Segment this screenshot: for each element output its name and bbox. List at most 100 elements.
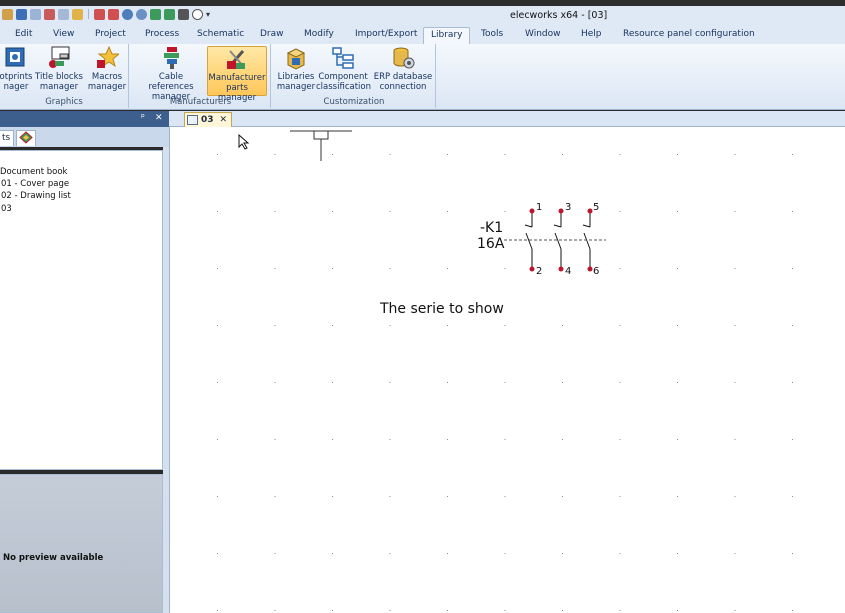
grid-dot (447, 610, 448, 611)
qat-dropdown-icon[interactable]: ▾ (206, 10, 210, 19)
tab-draw[interactable]: Draw (258, 27, 286, 44)
grid-dot (217, 268, 218, 269)
window-title: elecworks x64 - [03] (510, 10, 608, 21)
component-classification-button[interactable]: Component classification (316, 46, 371, 96)
grid-dot (619, 325, 621, 326)
clock-icon[interactable] (192, 8, 203, 20)
tab-import-export[interactable]: Import/Export (353, 27, 419, 44)
parts-label-1: Manufacturer (208, 73, 266, 83)
group-manufacturers: Cable references manager Manufacturer pa… (131, 44, 271, 108)
libraries-label-2: manager (276, 82, 316, 92)
zoom-icon[interactable] (136, 8, 147, 20)
export-icon[interactable] (108, 8, 119, 20)
tab-library[interactable]: Library (423, 27, 471, 44)
title-blocks-label-2: manager (39, 82, 79, 92)
zoom-window-icon[interactable] (122, 8, 133, 20)
tab-documents[interactable]: ts (0, 130, 15, 146)
erp-database-connection-button[interactable]: ERP database connection (372, 46, 434, 96)
grid-dot (792, 496, 793, 497)
grid-dot (619, 211, 621, 212)
document-tree: Document book 01 - Cover page 02 - Drawi… (0, 150, 163, 470)
grid-dot (332, 268, 333, 269)
erp-label-1: ERP database (373, 72, 433, 82)
tree-item-drawing-list[interactable]: 02 - Drawing list (1, 191, 71, 201)
navigate-icon[interactable] (164, 8, 175, 20)
drawing-caption[interactable]: The serie to show (380, 301, 504, 317)
pin-label-4: 4 (565, 266, 572, 277)
app-icon[interactable] (2, 8, 13, 20)
macros-manager-button[interactable]: Macros manager (87, 45, 127, 96)
grid-dot (332, 382, 333, 383)
documents-panel-header: ᵖ ✕ (0, 111, 169, 127)
tab-resource-panel-configuration[interactable]: Resource panel configuration (621, 27, 757, 44)
tab-modify[interactable]: Modify (302, 27, 336, 44)
tab-components[interactable] (16, 130, 36, 146)
component-rating[interactable]: 16A (477, 236, 504, 252)
cable-references-manager-button[interactable]: Cable references manager (136, 46, 206, 102)
grid-dot (447, 154, 448, 155)
copy-icon[interactable] (58, 8, 69, 20)
component-tag[interactable]: -K1 (480, 220, 503, 236)
manufacturer-parts-manager-button[interactable]: Manufacturer parts manager (207, 46, 267, 103)
users-icon[interactable] (178, 8, 189, 20)
documents-panel-tabs: ts (0, 127, 169, 147)
grid-dot (619, 553, 621, 554)
grid-dot (677, 439, 678, 440)
tab-schematic[interactable]: Schematic (195, 27, 246, 44)
tab-view[interactable]: View (51, 27, 76, 44)
tab-help[interactable]: Help (579, 27, 604, 44)
grid-dot (217, 211, 218, 212)
title-blocks-label-1: Title blocks (35, 72, 83, 82)
paste-icon[interactable] (72, 8, 83, 20)
panel-pin-icon[interactable]: ᵖ (141, 113, 145, 123)
document-tab-03[interactable]: 03 ✕ (184, 112, 233, 127)
undo-icon[interactable] (16, 8, 27, 20)
grid-dot (677, 268, 678, 269)
grid-dot (562, 610, 563, 611)
grid-dot (332, 439, 333, 440)
grid-dot (504, 211, 506, 212)
crosshair-marker (290, 130, 352, 161)
grid-dot (677, 325, 678, 326)
pan-icon[interactable] (150, 8, 161, 20)
grid-dot (389, 553, 391, 554)
grid-dot (734, 154, 736, 155)
drawing-canvas[interactable]: -K1 16A 1 3 5 2 4 6 The serie to show (169, 127, 845, 613)
libraries-manager-button[interactable]: Libraries manager (276, 46, 316, 96)
footprints-label-1: otprints (0, 72, 33, 82)
group-graphics: otprints nager Title blocks manager Macr… (0, 44, 129, 108)
grid-dot (389, 439, 391, 440)
grid-dot (274, 496, 276, 497)
grid-dot (619, 268, 621, 269)
grid-dot (389, 268, 391, 269)
tree-item-03[interactable]: 03 (1, 204, 12, 214)
contactor-k1-symbol[interactable] (504, 208, 606, 272)
tab-tools[interactable]: Tools (479, 27, 505, 44)
footprints-manager-button[interactable]: otprints nager (0, 46, 34, 96)
grid-dot (619, 496, 621, 497)
grid-dot (677, 211, 678, 212)
import-icon[interactable] (94, 8, 105, 20)
grid-dot (504, 610, 506, 611)
grid-dot (274, 382, 276, 383)
footprint-icon (4, 46, 28, 70)
tree-item-document-book[interactable]: Document book (0, 167, 67, 177)
grid-dot (217, 325, 218, 326)
title-blocks-manager-button[interactable]: Title blocks manager (35, 46, 83, 96)
grid-dot (792, 268, 793, 269)
grid-dot (792, 610, 793, 611)
grid-dot (562, 496, 563, 497)
macros-label-1: Macros (91, 72, 123, 82)
redo-icon[interactable] (30, 8, 41, 20)
document-tab-close-icon[interactable]: ✕ (220, 114, 228, 127)
tab-project[interactable]: Project (93, 27, 128, 44)
tree-item-cover-page[interactable]: 01 - Cover page (1, 179, 69, 189)
tab-process[interactable]: Process (143, 27, 181, 44)
tab-window[interactable]: Window (523, 27, 563, 44)
cut-icon[interactable] (44, 8, 55, 20)
panel-close-icon[interactable]: ✕ (155, 113, 163, 123)
tab-edit[interactable]: Edit (13, 27, 34, 44)
pin-label-5: 5 (593, 202, 600, 213)
grid-dot (389, 496, 391, 497)
document-tab-bar: 03 ✕ (169, 111, 845, 127)
